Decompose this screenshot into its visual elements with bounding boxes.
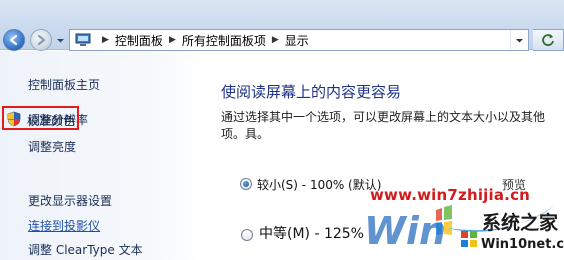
radio-selected-dot: [243, 181, 249, 187]
option-medium-radio[interactable]: [241, 229, 253, 241]
breadcrumb-separator-icon[interactable]: ▶: [169, 35, 176, 45]
breadcrumb-separator-icon[interactable]: ▶: [102, 35, 109, 45]
page-description: 通过选择其中一个选项，可以更改屏幕上的文本大小以及其他项。具。: [221, 110, 546, 141]
task-pane: 控制面板主页 调整分辨率 调整亮度 更改显示器设置 连接到投影仪 调整 Clea…: [0, 51, 200, 260]
connect-projector-link[interactable]: 连接到投影仪: [28, 217, 100, 234]
recent-pages-dropdown[interactable]: [56, 36, 65, 45]
control-panel-home-link[interactable]: 控制面板主页: [28, 76, 100, 93]
address-dropdown-icon[interactable]: [510, 30, 528, 50]
highlight-annotation: [2, 106, 79, 130]
option-smaller-radio[interactable]: [240, 178, 252, 190]
page-title: 使阅读屏幕上的内容更容易: [221, 83, 402, 101]
address-bar[interactable]: ▶ 控制面板 ▶ 所有控制面板项 ▶ 显示: [69, 29, 529, 51]
svg-text:Win: Win: [364, 209, 446, 250]
back-button[interactable]: [3, 29, 25, 51]
windows-flag-icon: [461, 231, 477, 247]
arrow-right-icon: [37, 34, 46, 46]
adjust-brightness-link[interactable]: 调整亮度: [28, 138, 76, 155]
option-medium-label[interactable]: 中等(M) - 125%: [259, 223, 364, 243]
breadcrumb-separator-icon[interactable]: ▶: [272, 35, 279, 45]
option-smaller-label[interactable]: 较小(S) - 100% (默认): [257, 176, 381, 193]
forward-button[interactable]: [30, 29, 52, 51]
window-toolbar: ▶ 控制面板 ▶ 所有控制面板项 ▶ 显示: [0, 0, 564, 51]
adjust-cleartype-link[interactable]: 调整 ClearType 文本: [28, 241, 143, 258]
watermark-brand: 系统之家: [482, 212, 559, 234]
breadcrumb-control-panel[interactable]: 控制面板: [115, 32, 163, 49]
change-display-settings-link[interactable]: 更改显示器设置: [28, 192, 112, 209]
breadcrumb-all-items[interactable]: 所有控制面板项: [182, 32, 266, 49]
watermark-site: Win10net.com: [481, 237, 564, 252]
control-panel-icon: [75, 32, 93, 48]
arrow-left-icon: [9, 34, 18, 46]
refresh-icon: [542, 34, 554, 46]
refresh-button[interactable]: [533, 29, 564, 51]
breadcrumb-display[interactable]: 显示: [285, 32, 309, 49]
